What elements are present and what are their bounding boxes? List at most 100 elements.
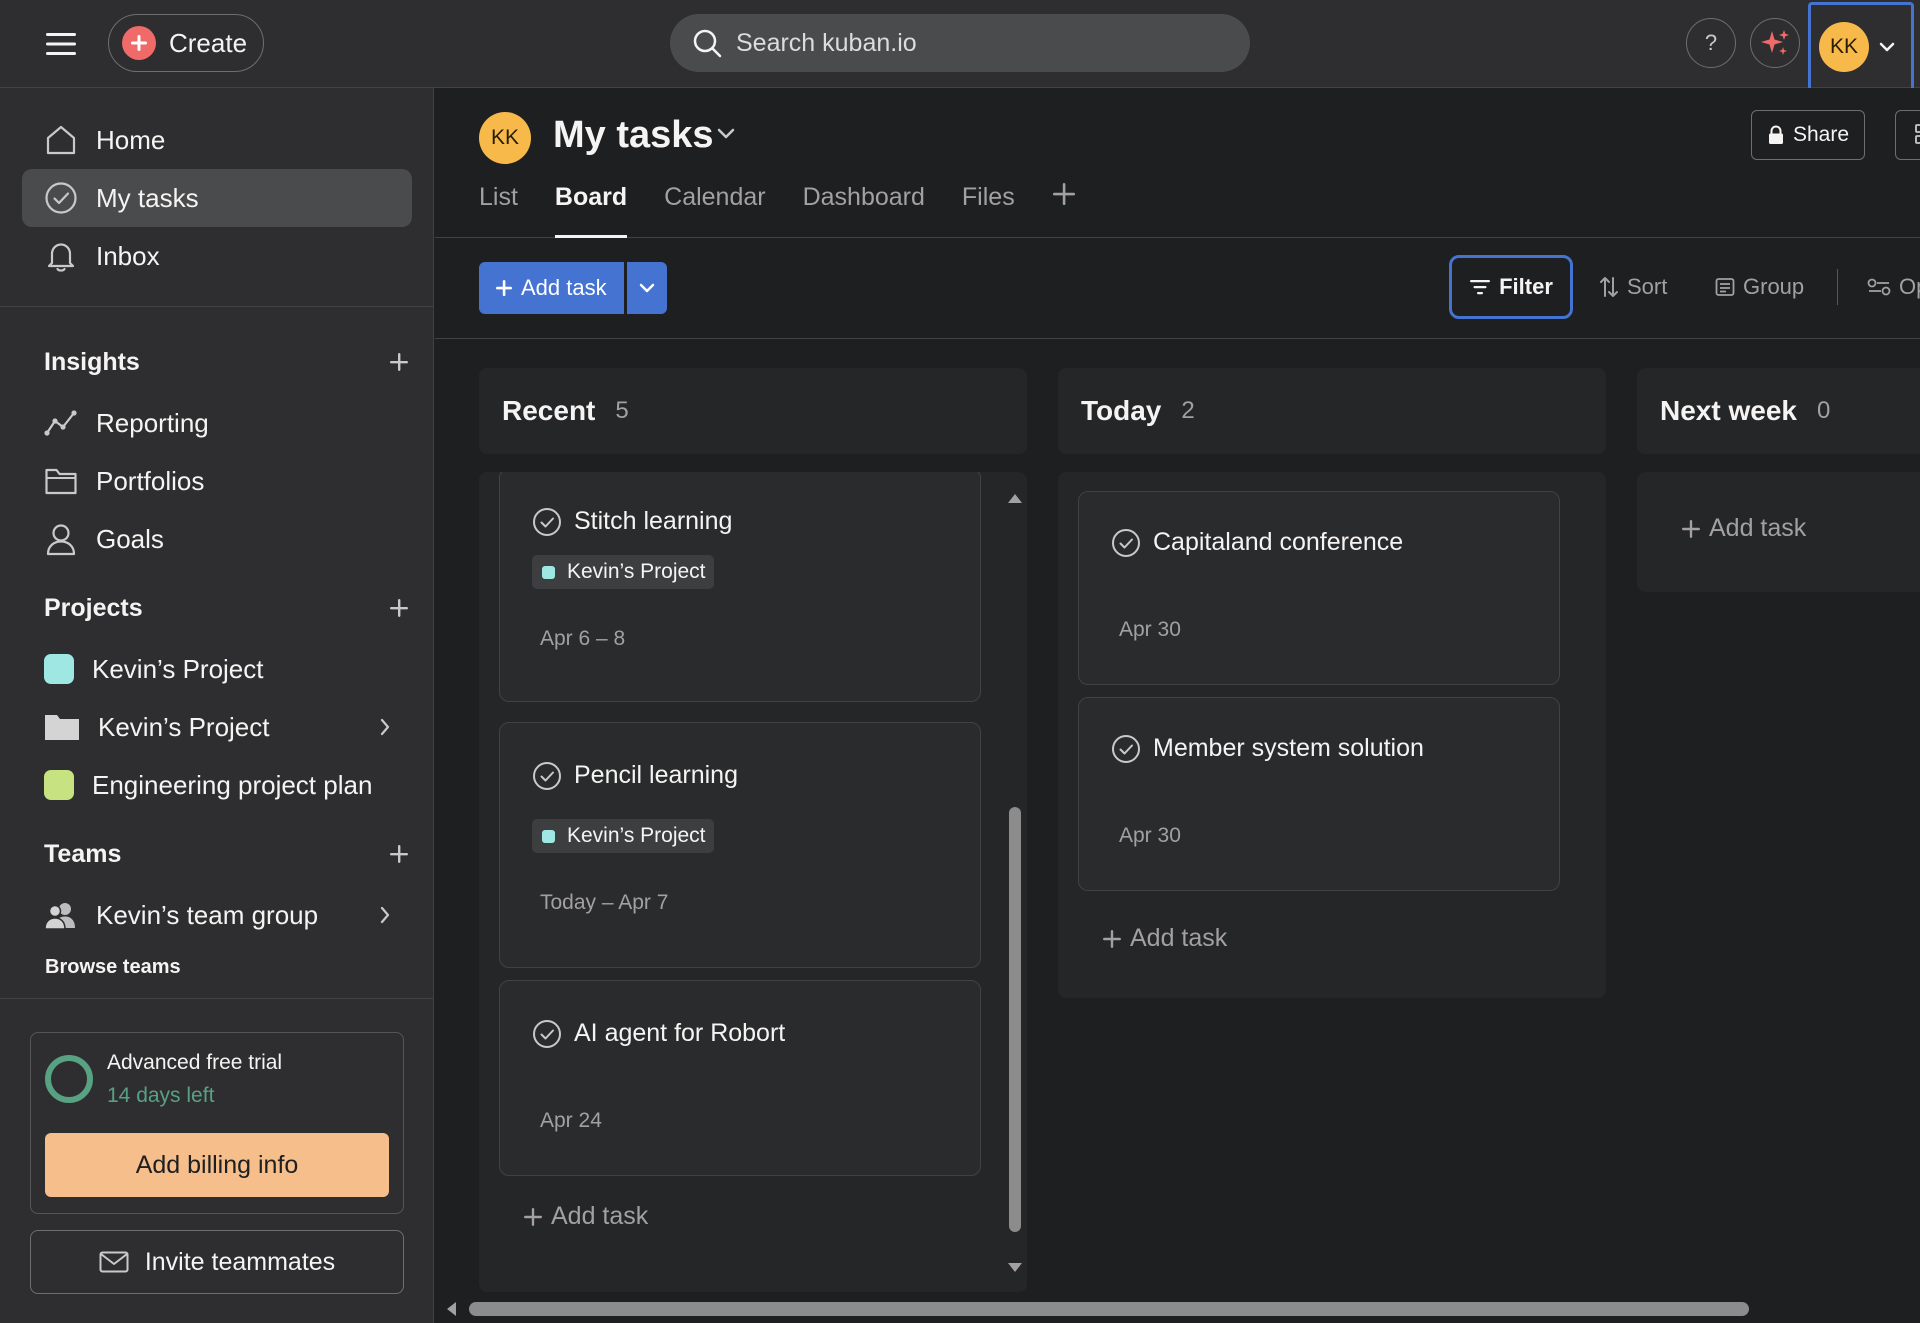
plus-icon (523, 1207, 543, 1227)
chevron-down-icon[interactable] (717, 128, 735, 140)
board-column-header[interactable]: Next week 0 (1637, 368, 1920, 454)
browse-teams-link[interactable]: Browse teams (45, 956, 181, 979)
sidebar-item-project[interactable]: Engineering project plan (22, 756, 412, 814)
search-input[interactable]: Search kuban.io (670, 14, 1250, 72)
add-task-dropdown-button[interactable] (627, 262, 667, 314)
add-billing-info-button[interactable]: Add billing info (45, 1133, 389, 1197)
options-button[interactable]: Options (1867, 267, 1920, 307)
tab-board[interactable]: Board (554, 184, 628, 238)
add-task-label: Add task (551, 1202, 649, 1230)
sidebar-item-home[interactable]: Home (22, 111, 412, 169)
board-column-recent: Stitch learning Kevin’s Project Apr 6 – … (479, 472, 1027, 1292)
add-team-icon[interactable] (388, 843, 410, 865)
task-due-date: Apr 24 (540, 1109, 602, 1132)
project-tag-label: Kevin’s Project (567, 824, 706, 847)
folder-filled-icon (44, 712, 80, 742)
sidebar-item-inbox[interactable]: Inbox (22, 227, 412, 285)
chevron-down-icon (1879, 42, 1895, 52)
board-column-header[interactable]: Today 2 (1058, 368, 1606, 454)
scrollbar-thumb[interactable] (1009, 807, 1021, 1232)
page-title: My tasks (553, 114, 714, 156)
insights-title: Insights (44, 347, 140, 376)
task-complete-icon[interactable] (532, 761, 562, 791)
project-tag[interactable]: Kevin’s Project (532, 819, 714, 853)
column-count: 5 (615, 397, 629, 424)
sort-button[interactable]: Sort (1599, 267, 1667, 307)
chevron-right-icon[interactable] (380, 906, 390, 924)
task-card[interactable]: Pencil learning Kevin’s Project Today – … (499, 722, 981, 968)
sidebar-item-project-folder[interactable]: Kevin’s Project (22, 698, 412, 756)
sidebar-divider (0, 998, 434, 999)
task-card[interactable]: Member system solution Apr 30 (1078, 697, 1560, 891)
add-task-label: Add task (1709, 514, 1807, 542)
sidebar-item-project[interactable]: Kevin’s Project (22, 640, 412, 698)
chart-line-icon (44, 408, 78, 438)
column-add-task-button[interactable]: Add task (1102, 924, 1227, 953)
toolbar-divider (1837, 269, 1838, 305)
column-scrollbar[interactable] (1005, 492, 1025, 1282)
search-placeholder: Search kuban.io (736, 28, 917, 57)
filter-button[interactable]: Filter (1449, 255, 1573, 319)
sidebar-item-goals[interactable]: Goals (22, 510, 412, 568)
share-label: Share (1792, 123, 1850, 146)
sidebar-item-team[interactable]: Kevin’s team group (22, 886, 412, 944)
share-button[interactable]: Share (1751, 110, 1865, 160)
scroll-down-icon[interactable] (1007, 1262, 1023, 1274)
filter-label: Filter (1499, 274, 1553, 299)
board-column-header[interactable]: Recent 5 (479, 368, 1027, 454)
column-add-task-button[interactable]: Add task (523, 1202, 648, 1231)
add-tab-icon[interactable] (1052, 182, 1076, 236)
task-complete-icon[interactable] (532, 507, 562, 537)
add-project-icon[interactable] (388, 597, 410, 619)
tab-calendar[interactable]: Calendar (664, 184, 765, 238)
task-card[interactable]: Stitch learning Kevin’s Project Apr 6 – … (499, 472, 981, 702)
scroll-left-icon[interactable] (445, 1301, 457, 1317)
board-horizontal-scrollbar[interactable] (435, 1294, 1920, 1322)
sidebar-item-my-tasks[interactable]: My tasks (22, 169, 412, 227)
column-add-task-button[interactable]: Add task (1681, 514, 1806, 543)
sidebar-item-label: My tasks (96, 182, 199, 213)
task-card[interactable]: AI agent for Robort Apr 24 (499, 980, 981, 1176)
menu-icon[interactable] (38, 24, 84, 64)
trial-panel: Advanced free trial 14 days left Add bil… (30, 1032, 404, 1214)
top-bar: Create Search kuban.io ? KK (0, 0, 1920, 92)
scrollbar-thumb[interactable] (469, 1302, 1749, 1316)
sidebar-item-reporting[interactable]: Reporting (22, 394, 412, 452)
customize-button[interactable] (1895, 110, 1920, 160)
column-title: Next week (1660, 395, 1797, 426)
sidebar-item-portfolios[interactable]: Portfolios (22, 452, 412, 510)
add-insight-icon[interactable] (388, 351, 410, 373)
tab-dashboard[interactable]: Dashboard (803, 184, 925, 238)
sort-label: Sort (1627, 274, 1668, 299)
sidebar-divider (0, 306, 434, 307)
task-title: Capitaland conference (1153, 528, 1404, 556)
sidebar: Home My tasks Inbox Insights Reporting P… (0, 88, 434, 1323)
sidebar-item-label: Kevin’s team group (96, 899, 319, 930)
invite-teammates-button[interactable]: Invite teammates (30, 1230, 404, 1294)
tab-files[interactable]: Files (962, 184, 1015, 238)
group-button[interactable]: Group (1715, 267, 1804, 307)
chevron-down-icon (639, 283, 655, 293)
check-circle-icon (44, 181, 78, 215)
task-complete-icon[interactable] (532, 1019, 562, 1049)
project-tag[interactable]: Kevin’s Project (532, 555, 714, 589)
tab-list[interactable]: List (479, 184, 518, 238)
plus-icon (1102, 929, 1122, 949)
create-button[interactable]: Create (108, 14, 264, 72)
task-due-date: Apr 30 (1119, 618, 1181, 641)
profile-menu-button[interactable]: KK (1808, 2, 1914, 92)
chevron-right-icon[interactable] (380, 718, 390, 736)
task-complete-icon[interactable] (1111, 528, 1141, 558)
add-task-button[interactable]: Add task (479, 262, 624, 314)
trial-title: Advanced free trial (107, 1051, 283, 1074)
avatar: KK (479, 112, 531, 164)
scroll-up-icon[interactable] (1007, 492, 1023, 504)
task-card[interactable]: Capitaland conference Apr 30 (1078, 491, 1560, 685)
help-button[interactable]: ? (1686, 18, 1736, 68)
ai-assistant-button[interactable] (1750, 18, 1800, 68)
teams-title: Teams (44, 839, 122, 868)
task-complete-icon[interactable] (1111, 734, 1141, 764)
filter-icon (1469, 278, 1491, 296)
add-task-label: Add task (1130, 924, 1228, 952)
main-content: KK My tasks Share List Board Calendar Da… (435, 88, 1920, 1323)
